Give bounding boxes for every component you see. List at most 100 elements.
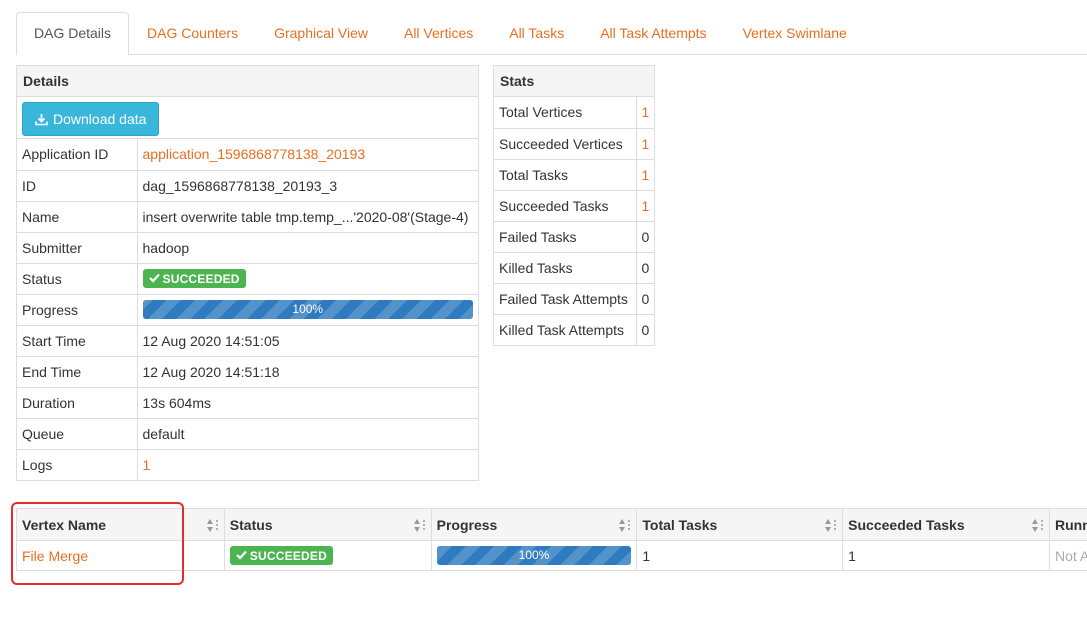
- stat-row: Total Tasks 1: [494, 159, 654, 191]
- submitter-value: hadoop: [137, 232, 478, 264]
- detail-label: Start Time: [17, 325, 138, 357]
- tab-graphical-view[interactable]: Graphical View: [256, 12, 386, 54]
- column-header-running[interactable]: Runn: [1049, 508, 1087, 541]
- column-header-vertex-name[interactable]: Vertex Name: [16, 508, 225, 541]
- table-row: File Merge SUCCEEDED 100% 1 1 Not A: [16, 540, 1087, 571]
- detail-label: Name: [17, 201, 138, 233]
- duration-value: 13s 604ms: [137, 387, 478, 419]
- vertices-header-row: Vertex Name Status Progress Total Tasks: [16, 508, 1087, 541]
- killed-task-attempts-value: 0: [641, 321, 650, 338]
- sort-icon[interactable]: [824, 518, 838, 534]
- total-tasks-link[interactable]: 1: [642, 167, 650, 183]
- stat-row: Total Vertices 1: [494, 97, 654, 129]
- vertex-progress-text: 100%: [518, 548, 550, 562]
- stat-row: Failed Tasks 0: [494, 221, 654, 253]
- detail-label: Duration: [17, 387, 138, 419]
- succeeded-tasks-link[interactable]: 1: [642, 198, 650, 214]
- tab-all-task-attempts[interactable]: All Task Attempts: [582, 12, 724, 54]
- column-label: Runn: [1055, 516, 1087, 533]
- end-time-value: 12 Aug 2020 14:51:18: [137, 356, 478, 388]
- detail-label: Queue: [17, 418, 138, 450]
- column-header-succeeded-tasks[interactable]: Succeeded Tasks: [842, 508, 1050, 541]
- download-data-label: Download data: [53, 111, 147, 127]
- stats-table: Total Vertices 1 Succeeded Vertices 1 To…: [494, 97, 654, 345]
- sort-icon[interactable]: [1031, 518, 1045, 534]
- column-header-total-tasks[interactable]: Total Tasks: [636, 508, 844, 541]
- detail-row-queue: Queue default: [17, 418, 478, 450]
- detail-label: Logs: [17, 449, 138, 480]
- stat-row: Killed Tasks 0: [494, 252, 654, 284]
- stat-row: Succeeded Tasks 1: [494, 190, 654, 222]
- detail-label: ID: [17, 170, 138, 202]
- stat-label: Total Tasks: [494, 159, 637, 191]
- failed-task-attempts-value: 0: [636, 283, 654, 315]
- stats-panel: Stats Total Vertices 1 Succeeded Vertice…: [493, 65, 655, 346]
- download-row: Download data: [17, 97, 478, 139]
- detail-label: Submitter: [17, 232, 138, 264]
- queue-value: default: [137, 418, 478, 450]
- download-icon: [35, 113, 48, 126]
- detail-row-end-time: End Time 12 Aug 2020 14:51:18: [17, 356, 478, 388]
- stat-label: Total Vertices: [494, 97, 637, 129]
- dag-progress-bar: 100%: [142, 300, 473, 319]
- detail-row-status: Status SUCCEEDED: [17, 263, 478, 295]
- download-data-button[interactable]: Download data: [22, 102, 160, 136]
- stat-label: Killed Task Attempts: [494, 314, 637, 345]
- status-badge: SUCCEEDED: [229, 546, 333, 565]
- logs-link[interactable]: 1: [143, 457, 151, 473]
- dag-progress-text: 100%: [292, 302, 324, 316]
- stat-row: Killed Task Attempts 0: [494, 314, 654, 345]
- sort-icon[interactable]: [618, 518, 632, 534]
- tab-dag-details[interactable]: DAG Details: [16, 12, 130, 55]
- detail-label: Progress: [17, 294, 138, 326]
- detail-row-application-id: Application ID application_1596868778138…: [17, 139, 478, 171]
- stat-label: Failed Tasks: [494, 221, 637, 253]
- total-vertices-link[interactable]: 1: [642, 104, 650, 120]
- sort-icon[interactable]: [206, 518, 220, 534]
- stat-label: Succeeded Vertices: [494, 128, 637, 160]
- column-label: Status: [229, 516, 273, 533]
- tab-vertex-swimlane[interactable]: Vertex Swimlane: [725, 12, 865, 54]
- detail-row-id: ID dag_1596868778138_20193_3: [17, 170, 478, 202]
- stat-label: Failed Task Attempts: [494, 283, 637, 315]
- column-label: Total Tasks: [642, 516, 718, 533]
- succeeded-vertices-link[interactable]: 1: [642, 136, 650, 152]
- succeeded-tasks-cell: 1: [842, 540, 1050, 571]
- killed-tasks-value: 0: [636, 252, 654, 284]
- start-time-value: 12 Aug 2020 14:51:05: [137, 325, 478, 357]
- tab-all-tasks[interactable]: All Tasks: [491, 12, 582, 54]
- column-label: Progress: [436, 516, 498, 533]
- detail-row-start-time: Start Time 12 Aug 2020 14:51:05: [17, 325, 478, 357]
- detail-row-duration: Duration 13s 604ms: [17, 387, 478, 419]
- detail-label: Status: [17, 263, 138, 295]
- tab-all-vertices[interactable]: All Vertices: [386, 12, 491, 54]
- column-label: Vertex Name: [22, 516, 107, 533]
- check-icon: [236, 549, 247, 563]
- status-badge-label: SUCCEEDED: [249, 548, 327, 563]
- running-tasks-cell: Not A: [1049, 540, 1087, 571]
- stats-title: Stats: [494, 66, 654, 97]
- status-badge-label: SUCCEEDED: [162, 271, 240, 286]
- detail-row-progress: Progress 100%: [17, 294, 478, 326]
- tab-dag-counters[interactable]: DAG Counters: [129, 12, 256, 54]
- vertices-table: Vertex Name Status Progress Total Tasks: [16, 508, 1087, 571]
- detail-label: Application ID: [17, 139, 138, 171]
- failed-tasks-value: 0: [636, 221, 654, 253]
- check-icon: [148, 272, 160, 286]
- application-id-link[interactable]: application_1596868778138_20193: [143, 146, 366, 162]
- stat-row: Failed Task Attempts 0: [494, 283, 654, 315]
- tab-bar: DAG Details DAG Counters Graphical View …: [16, 12, 1087, 55]
- stat-label: Succeeded Tasks: [494, 190, 637, 222]
- column-label: Succeeded Tasks: [848, 516, 965, 533]
- dag-name-value: insert overwrite table tmp.temp_...'2020…: [137, 201, 478, 233]
- vertex-name-link[interactable]: File Merge: [22, 548, 88, 564]
- details-table: Application ID application_1596868778138…: [17, 139, 478, 480]
- stat-row: Succeeded Vertices 1: [494, 128, 654, 160]
- sort-icon[interactable]: [413, 518, 427, 534]
- details-title: Details: [17, 66, 478, 97]
- vertex-progress-bar: 100%: [436, 546, 632, 565]
- column-header-progress[interactable]: Progress: [430, 508, 638, 541]
- column-header-status[interactable]: Status: [223, 508, 432, 541]
- total-tasks-cell: 1: [636, 540, 844, 571]
- stat-label: Killed Tasks: [494, 252, 637, 284]
